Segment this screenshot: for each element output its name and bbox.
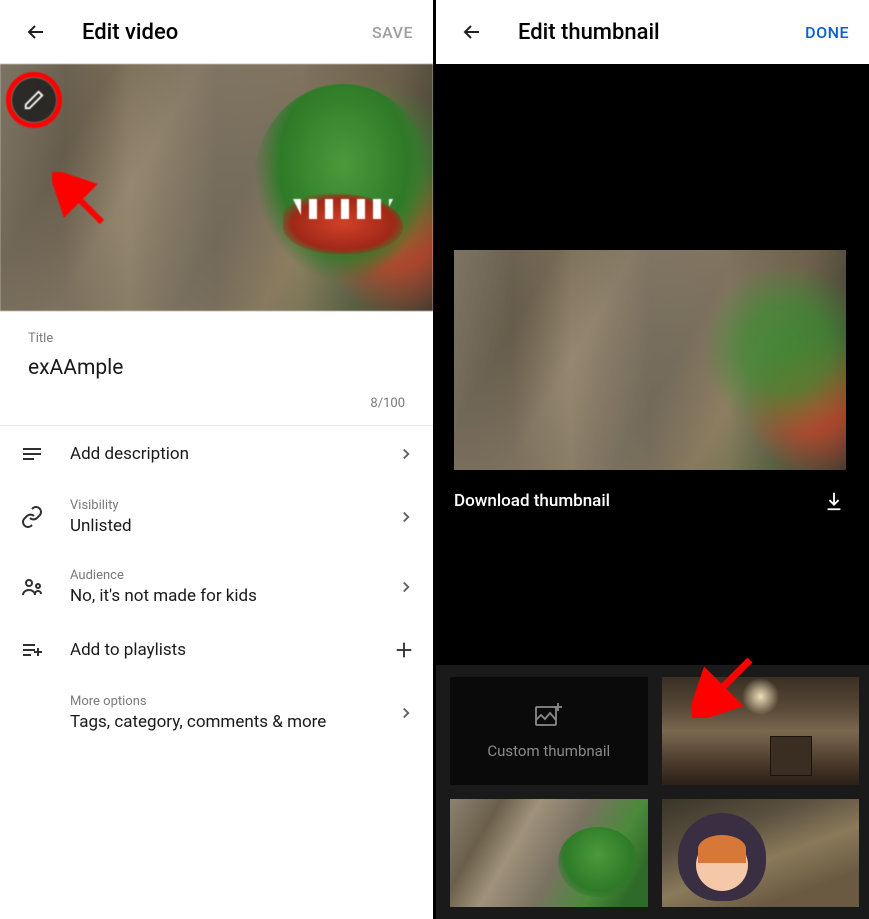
edit-thumbnail-button[interactable] (12, 78, 56, 122)
thumbnail-option-1[interactable] (662, 677, 860, 785)
video-preview[interactable] (0, 64, 433, 311)
edit-thumbnail-header: Edit thumbnail DONE (436, 0, 869, 64)
download-icon (823, 490, 845, 512)
more-options-row[interactable]: More options Tags, category, comments & … (0, 678, 433, 748)
thumbnail-option-2[interactable] (450, 799, 648, 907)
chevron-right-icon (397, 445, 415, 463)
save-button[interactable]: SAVE (372, 23, 413, 42)
download-button[interactable] (823, 490, 845, 512)
visibility-value: Unlisted (70, 516, 397, 536)
more-options-value: Tags, category, comments & more (70, 712, 397, 732)
header-title: Edit thumbnail (518, 20, 805, 45)
chevron-right-icon (397, 578, 415, 596)
audience-label: Audience (70, 568, 397, 583)
thumbnail-editor-body: Download thumbnail Custom thumbnail (436, 64, 869, 919)
download-thumbnail-label: Download thumbnail (454, 491, 823, 511)
audience-row[interactable]: Audience No, it's not made for kids (0, 552, 433, 622)
chevron-right-icon (397, 704, 415, 722)
chevron-right-icon (397, 508, 415, 526)
custom-thumbnail-label: Custom thumbnail (487, 742, 610, 760)
description-label: Add description (70, 444, 397, 464)
title-field[interactable]: Title exAAmple (0, 311, 433, 390)
annotation-box (450, 677, 648, 785)
back-button[interactable] (22, 18, 50, 46)
title-value: exAAmple (28, 356, 405, 380)
title-label: Title (28, 331, 405, 346)
add-to-playlists-row[interactable]: Add to playlists (0, 622, 433, 678)
playlist-add-icon (20, 638, 44, 662)
thumbnail-grid: Custom thumbnail (436, 665, 869, 919)
thumbnail-option-3[interactable] (662, 799, 860, 907)
visibility-label: Visibility (70, 498, 397, 513)
header-title: Edit video (82, 20, 372, 45)
arrow-left-icon (460, 20, 484, 44)
link-icon (20, 505, 44, 529)
plus-icon (393, 639, 415, 661)
audience-value: No, it's not made for kids (70, 586, 397, 606)
image-add-icon (535, 702, 563, 728)
audience-icon (20, 575, 44, 599)
pencil-icon (23, 89, 45, 111)
visibility-row[interactable]: Visibility Unlisted (0, 482, 433, 552)
add-description-row[interactable]: Add description (0, 426, 433, 482)
done-button[interactable]: DONE (805, 23, 849, 42)
thumbnail-preview (454, 250, 846, 470)
edit-thumbnail-panel: Edit thumbnail DONE Download thumbnail (436, 0, 869, 919)
playlists-label: Add to playlists (70, 640, 393, 660)
title-char-count: 8/100 (0, 390, 433, 426)
edit-video-header: Edit video SAVE (0, 0, 433, 64)
custom-thumbnail-tile[interactable]: Custom thumbnail (450, 677, 648, 785)
arrow-left-icon (24, 20, 48, 44)
description-icon (20, 442, 44, 466)
edit-video-panel: Edit video SAVE Title exAAmple 8/100 Add… (0, 0, 436, 919)
back-button[interactable] (458, 18, 486, 46)
more-options-label: More options (70, 694, 397, 709)
download-thumbnail-row[interactable]: Download thumbnail (436, 470, 869, 512)
